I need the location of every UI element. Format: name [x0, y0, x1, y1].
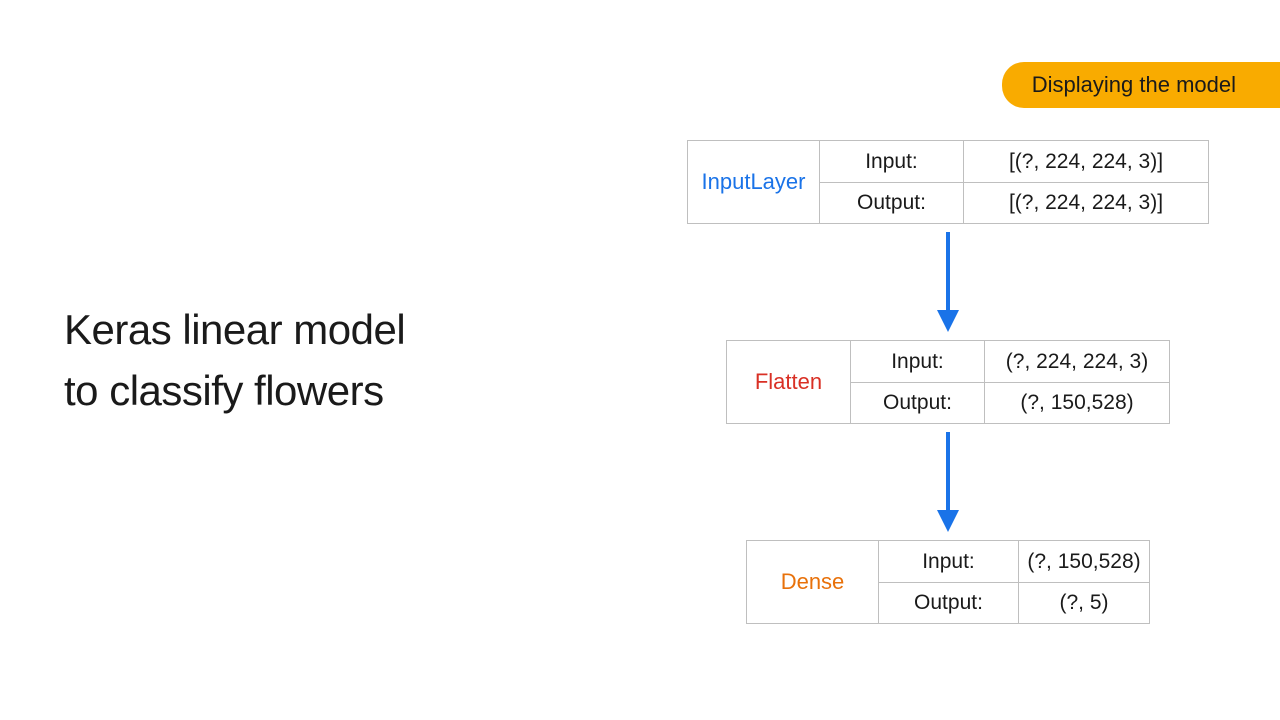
row-label-output: Output:	[879, 583, 1019, 623]
row-value-input: (?, 150,528)	[1019, 541, 1149, 582]
layer-row-output: Output: [(?, 224, 224, 3)]	[820, 182, 1208, 223]
page-title: Keras linear model to classify flowers	[64, 300, 405, 422]
model-diagram: InputLayer Input: [(?, 224, 224, 3)] Out…	[686, 140, 1210, 624]
layer-row-input: Input: [(?, 224, 224, 3)]	[820, 141, 1208, 182]
layer-row-input: Input: (?, 150,528)	[879, 541, 1149, 582]
layer-row-output: Output: (?, 150,528)	[851, 382, 1169, 423]
row-label-input: Input:	[820, 141, 964, 182]
arrow-down-icon	[933, 432, 963, 532]
row-value-output: [(?, 224, 224, 3)]	[964, 183, 1208, 223]
layer-rows: Input: (?, 150,528) Output: (?, 5)	[879, 541, 1149, 623]
arrow-down-icon	[933, 232, 963, 332]
title-line-1: Keras linear model	[64, 306, 405, 353]
row-value-output: (?, 5)	[1019, 583, 1149, 623]
layer-inputlayer: InputLayer Input: [(?, 224, 224, 3)] Out…	[687, 140, 1209, 224]
layer-flatten: Flatten Input: (?, 224, 224, 3) Output: …	[726, 340, 1170, 424]
row-label-input: Input:	[851, 341, 985, 382]
row-label-output: Output:	[851, 383, 985, 423]
layer-rows: Input: (?, 224, 224, 3) Output: (?, 150,…	[851, 341, 1169, 423]
section-badge: Displaying the model	[1002, 62, 1280, 108]
layer-row-input: Input: (?, 224, 224, 3)	[851, 341, 1169, 382]
layer-name-inputlayer: InputLayer	[688, 141, 820, 223]
title-line-2: to classify flowers	[64, 367, 384, 414]
row-value-output: (?, 150,528)	[985, 383, 1169, 423]
row-label-input: Input:	[879, 541, 1019, 582]
layer-name-dense: Dense	[747, 541, 879, 623]
row-value-input: [(?, 224, 224, 3)]	[964, 141, 1208, 182]
layer-rows: Input: [(?, 224, 224, 3)] Output: [(?, 2…	[820, 141, 1208, 223]
row-label-output: Output:	[820, 183, 964, 223]
layer-dense: Dense Input: (?, 150,528) Output: (?, 5)	[746, 540, 1150, 624]
row-value-input: (?, 224, 224, 3)	[985, 341, 1169, 382]
layer-name-flatten: Flatten	[727, 341, 851, 423]
layer-row-output: Output: (?, 5)	[879, 582, 1149, 623]
